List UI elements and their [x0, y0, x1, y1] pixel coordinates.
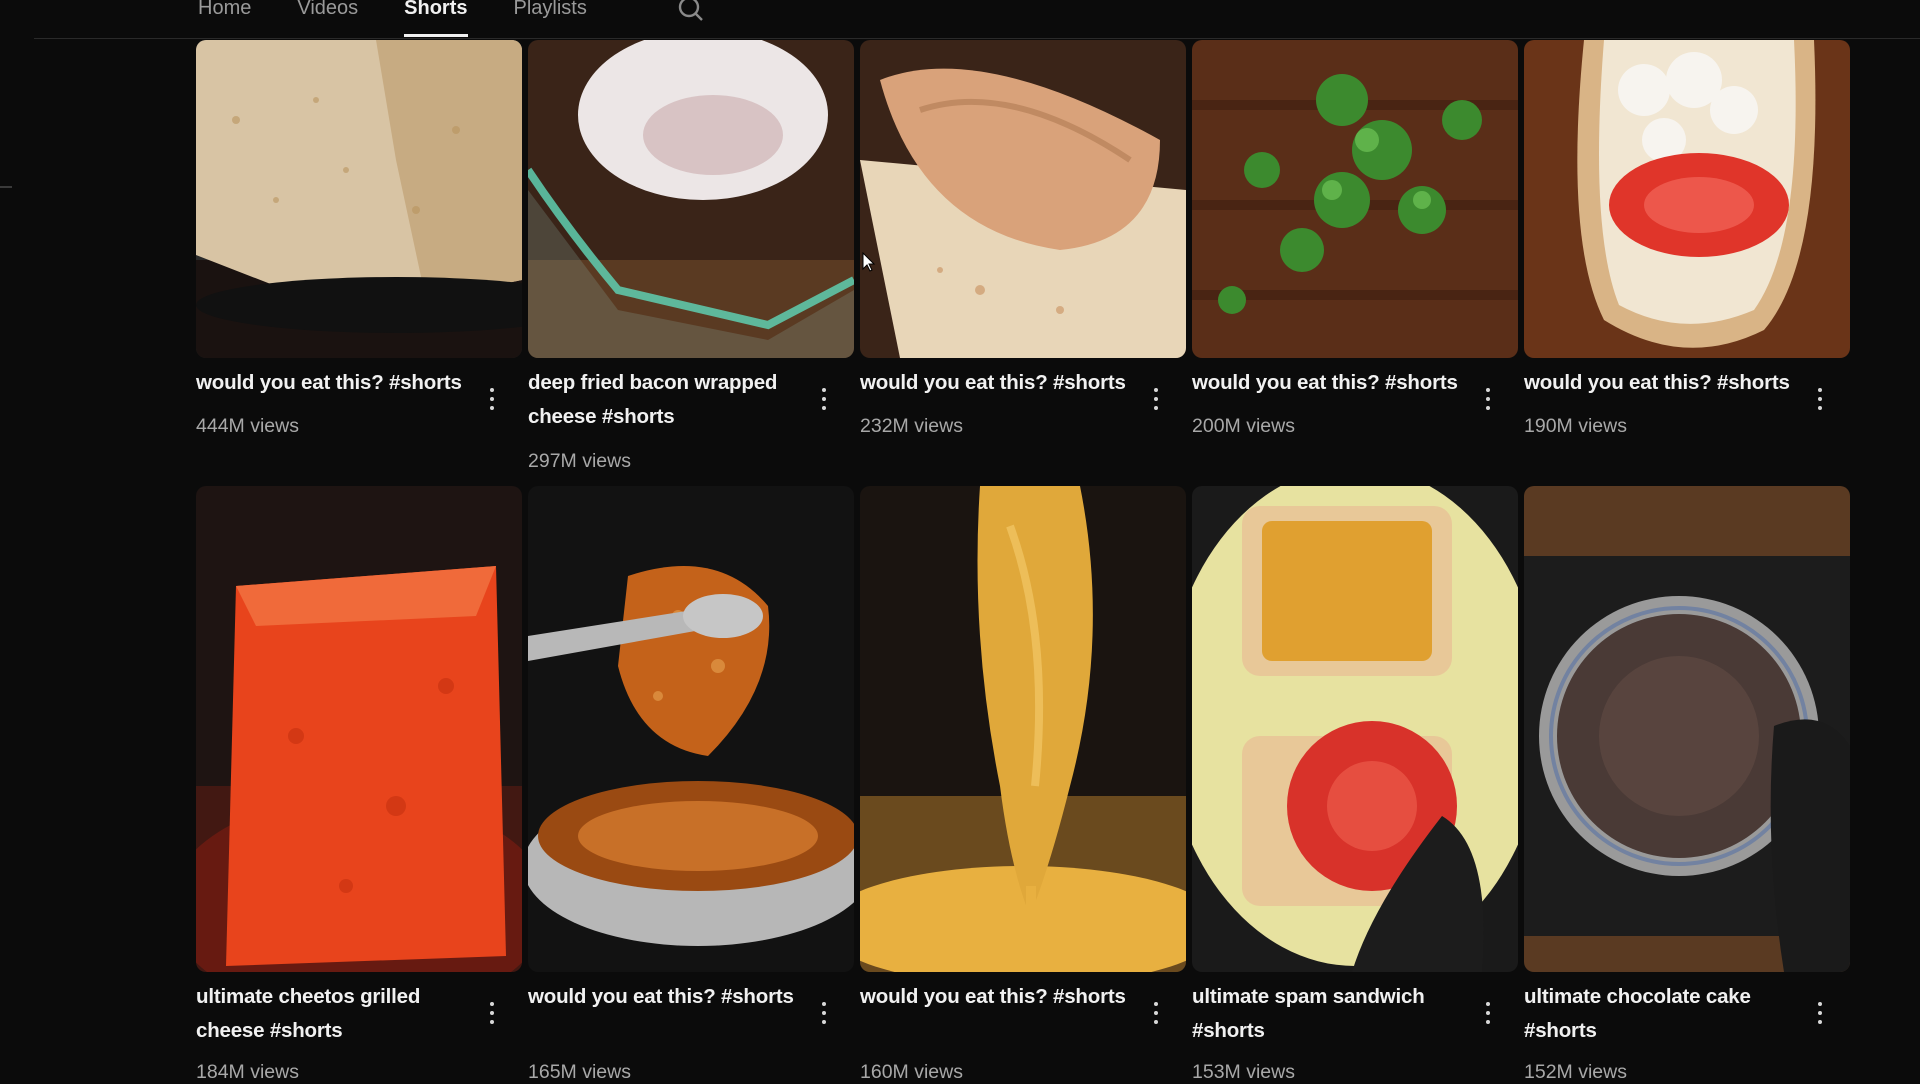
video-title[interactable]: would you eat this? #shorts	[1192, 366, 1470, 400]
view-count: 232M views	[860, 415, 963, 437]
thumbnail[interactable]	[860, 486, 1186, 972]
more-vert-icon[interactable]	[1146, 384, 1166, 414]
view-count: 190M views	[1524, 415, 1627, 437]
more-vert-icon[interactable]	[482, 384, 502, 414]
view-count: 297M views	[528, 450, 631, 472]
search-icon[interactable]	[676, 0, 706, 24]
video-title[interactable]: would you eat this? #shorts	[1524, 366, 1802, 400]
more-vert-icon[interactable]	[482, 998, 502, 1028]
thumbnail[interactable]	[196, 40, 522, 358]
video-title[interactable]: ultimate chocolate cake #shorts	[1524, 980, 1802, 1048]
thumbnail[interactable]	[528, 486, 854, 972]
tab-shorts[interactable]: Shorts	[404, 0, 489, 40]
channel-tabs: Home Videos Shorts Playlists	[198, 0, 633, 40]
channel-nav: Home Videos Shorts Playlists	[0, 0, 1920, 40]
view-count: 444M views	[196, 415, 299, 437]
video-title[interactable]: deep fried bacon wrapped cheese #shorts	[528, 366, 806, 434]
more-vert-icon[interactable]	[814, 998, 834, 1028]
thumbnail[interactable]	[1192, 40, 1518, 358]
video-title[interactable]: would you eat this? #shorts	[860, 980, 1138, 1014]
thumbnail[interactable]	[196, 486, 522, 972]
thumbnail[interactable]	[860, 40, 1186, 358]
divider	[0, 186, 12, 188]
video-title[interactable]: ultimate spam sandwich #shorts	[1192, 980, 1470, 1048]
video-title[interactable]: would you eat this? #shorts	[528, 980, 806, 1014]
thumbnail[interactable]	[1524, 40, 1850, 358]
video-title[interactable]: would you eat this? #shorts	[196, 366, 474, 400]
view-count: 184M views	[196, 1061, 299, 1083]
mouse-cursor-icon	[862, 252, 876, 272]
more-vert-icon[interactable]	[1146, 998, 1166, 1028]
video-title[interactable]: would you eat this? #shorts	[860, 366, 1138, 400]
view-count: 200M views	[1192, 415, 1295, 437]
more-vert-icon[interactable]	[1478, 998, 1498, 1028]
thumbnail[interactable]	[1192, 486, 1518, 972]
tab-home[interactable]: Home	[198, 0, 273, 40]
more-vert-icon[interactable]	[1478, 384, 1498, 414]
view-count: 160M views	[860, 1061, 963, 1083]
video-title[interactable]: ultimate cheetos grilled cheese #shorts	[196, 980, 474, 1048]
thumbnail[interactable]	[1524, 486, 1850, 972]
view-count: 152M views	[1524, 1061, 1627, 1083]
view-count: 153M views	[1192, 1061, 1295, 1083]
nav-divider	[34, 38, 1920, 39]
thumbnail[interactable]	[528, 40, 854, 358]
more-vert-icon[interactable]	[1810, 998, 1830, 1028]
view-count: 165M views	[528, 1061, 631, 1083]
tab-playlists[interactable]: Playlists	[514, 0, 609, 40]
more-vert-icon[interactable]	[1810, 384, 1830, 414]
more-vert-icon[interactable]	[814, 384, 834, 414]
tab-videos[interactable]: Videos	[297, 0, 380, 40]
